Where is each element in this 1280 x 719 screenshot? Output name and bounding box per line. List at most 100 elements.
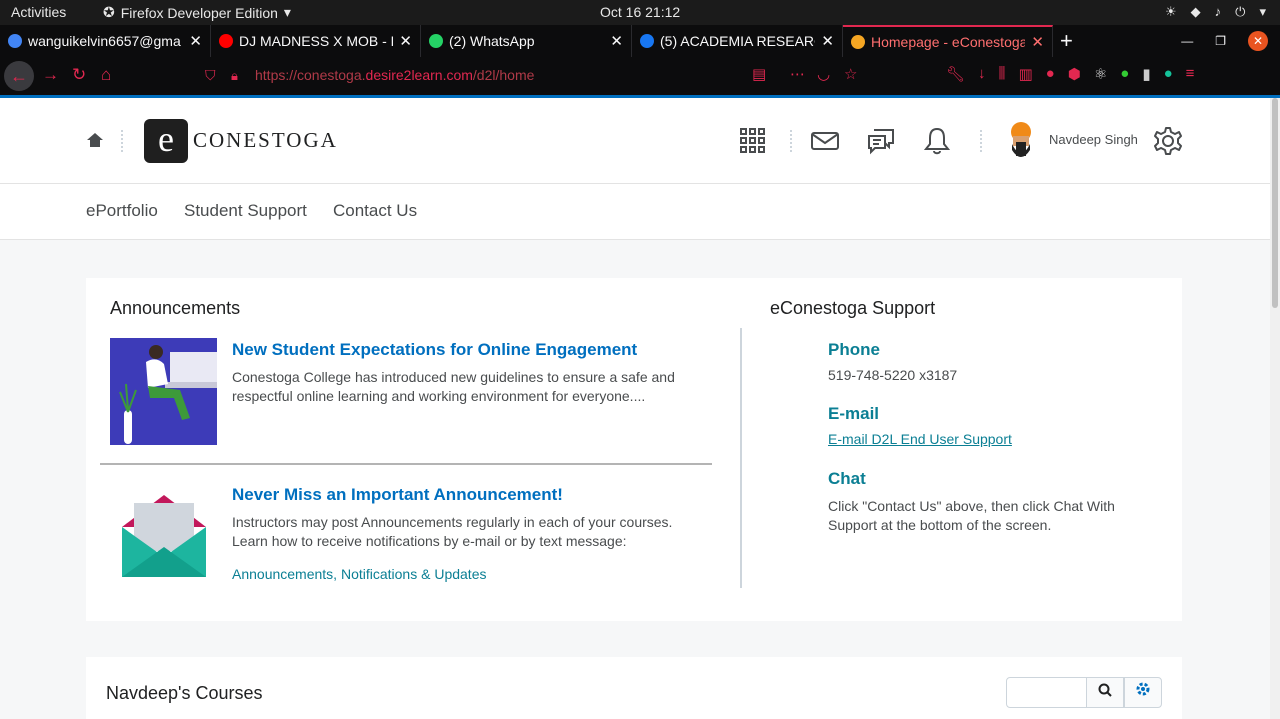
tab-gmail[interactable]: wanguikelvin6657@gma ✕ [0,25,211,57]
course-settings-button[interactable] [1124,677,1162,708]
announcement-divider [100,463,712,465]
tab-youtube[interactable]: DJ MADNESS X MOB - Fe ✕ [211,25,421,57]
bell-icon[interactable] [922,126,952,156]
tab-title: (2) WhatsApp [449,33,535,49]
search-button[interactable] [1086,677,1124,708]
courses-heading: Navdeep's Courses [106,683,263,703]
divider [790,130,792,152]
tab-title: wanguikelvin6657@gma [28,33,181,49]
courses-card: Navdeep's Courses [86,657,1182,719]
course-search-input[interactable] [1006,677,1087,708]
tab-facebook[interactable]: (5) ACADEMIA RESEARC ✕ [632,25,843,57]
announcement-body: Conestoga College has introduced new gui… [232,369,675,404]
tab-favicon-icon [640,34,654,48]
lock-icon[interactable]: 🔒︎ [231,68,238,84]
chevron-down-icon: ▾ [283,4,291,20]
close-icon[interactable]: ✕ [610,32,623,50]
browser-toolbar: ← → ↻ ⌂ ⛉ 🔒︎ https://conestoga.desire2le… [0,57,1280,95]
logo-text[interactable]: CONESTOGA [193,128,338,153]
url-prefix: https://conestoga. [255,67,366,83]
column-divider [740,328,742,588]
react-devtools-icon[interactable]: ⚛ [1094,65,1107,83]
tab-title: Homepage - eConestoga [871,34,1026,50]
devtools-wrench-icon[interactable]: 🔧︎ [946,65,965,83]
back-button[interactable]: ← [4,61,34,91]
brightness-icon: ☀ [1165,4,1177,19]
announcements-notifications-link[interactable]: Announcements, Notifications & Updates [232,566,486,582]
announcement-title-link[interactable]: Never Miss an Important Announcement! [232,485,563,505]
nav-eportfolio[interactable]: ePortfolio [86,201,158,221]
url-bar[interactable]: https://conestoga.desire2learn.com/d2l/h… [255,67,534,83]
forward-button[interactable]: → [42,65,59,85]
tab-favicon-icon [219,34,233,48]
bookmark-star-icon[interactable]: ☆ [844,65,857,83]
nav-student-support[interactable]: Student Support [184,201,307,221]
phone-number: 519-748-5220 x3187 [828,367,958,383]
tab-bar: wanguikelvin6657@gma ✕ DJ MADNESS X MOB … [0,25,1280,57]
user-name[interactable]: Navdeep Singh [1049,132,1138,147]
toolbar-extensions: 🔧︎ ↓ ⫼ ▥ ● ⬢ ⚛ ● ▮ ● ≡ [946,65,1194,83]
divider [980,130,982,152]
downloads-icon[interactable]: ↓ [978,65,986,83]
ublock-icon[interactable]: ⬢ [1068,65,1081,83]
library-icon[interactable]: ⫼ [999,65,1006,83]
window-controls: — ❐ ✕ [1181,31,1268,51]
conestoga-logo[interactable]: e [144,119,188,163]
announcement-body: Instructors may post Announcements regul… [232,514,673,549]
tab-favicon-icon [8,34,22,48]
announcements-card: Announcements New Student Expectations f… [86,278,1182,621]
app-menu[interactable]: ✪ Firefox Developer Edition ▾ [103,4,291,21]
more-actions-icon[interactable]: ⋯ [790,65,805,83]
mail-icon[interactable] [810,126,840,156]
shield-icon[interactable]: ⛉ [205,67,216,84]
d2l-header: e CONESTOGA Navdeep Singh [0,98,1270,184]
page-content: e CONESTOGA Navdeep Singh ePortfolio Stu… [0,98,1270,719]
close-icon[interactable]: ✕ [821,32,834,50]
pocket-icon[interactable]: ◡ [817,65,830,83]
reader-view-icon[interactable]: ▤ [752,65,766,83]
phone-label: Phone [828,340,880,359]
navbar: ePortfolio Student Support Contact Us [0,184,1270,240]
os-top-bar: Activities ✪ Firefox Developer Edition ▾… [0,0,1280,25]
scrollbar-thumb[interactable] [1272,98,1278,308]
close-icon[interactable]: ✕ [399,32,412,50]
grammarly-icon[interactable]: ● [1164,65,1173,83]
close-icon[interactable]: ✕ [1031,33,1044,51]
nav-contact-us[interactable]: Contact Us [333,201,417,221]
home-icon[interactable] [86,132,104,153]
tab-favicon-icon [429,34,443,48]
url-domain: desire2learn.com [365,67,473,83]
system-tray[interactable]: ☀ ◆ ♪ ⏻ ▾ [1165,4,1266,20]
clock[interactable]: Oct 16 21:12 [600,4,680,20]
activities-button[interactable]: Activities [11,4,66,20]
email-support-link[interactable]: E-mail D2L End User Support [828,431,1012,447]
hamburger-menu-icon[interactable]: ≡ [1186,65,1195,83]
online-engagement-image [110,338,217,445]
announcement-title-link[interactable]: New Student Expectations for Online Enga… [232,340,637,360]
window-close-button[interactable]: ✕ [1248,31,1268,51]
extension-b-icon[interactable]: ● [1120,65,1129,83]
new-tab-button[interactable]: + [1060,28,1073,54]
maximize-button[interactable]: ❐ [1215,34,1226,48]
tab-title: DJ MADNESS X MOB - Fe [239,33,394,49]
support-heading: eConestoga Support [770,298,936,318]
waffle-icon[interactable] [738,126,768,156]
chevron-down-icon: ▾ [1259,4,1266,19]
gear-icon[interactable] [1153,126,1183,156]
close-icon[interactable]: ✕ [189,32,202,50]
reading-list-icon[interactable]: ▮ [1142,65,1150,83]
avatar[interactable] [1007,120,1035,160]
minimize-button[interactable]: — [1181,34,1193,48]
reload-button[interactable]: ↻ [72,65,86,85]
sidebar-icon[interactable]: ▥ [1018,65,1032,83]
power-icon: ⏻ [1235,4,1246,19]
home-button[interactable]: ⌂ [101,65,111,85]
tab-favicon-icon [851,35,865,49]
firefox-icon: ✪ [103,4,115,20]
chat-icon[interactable] [866,126,896,156]
tab-econestoga[interactable]: Homepage - eConestoga ✕ [843,25,1053,57]
url-path: /d2l/home [472,67,535,83]
scrollbar[interactable] [1270,98,1280,719]
tab-whatsapp[interactable]: (2) WhatsApp ✕ [421,25,632,57]
account-icon[interactable]: ● [1046,65,1055,83]
